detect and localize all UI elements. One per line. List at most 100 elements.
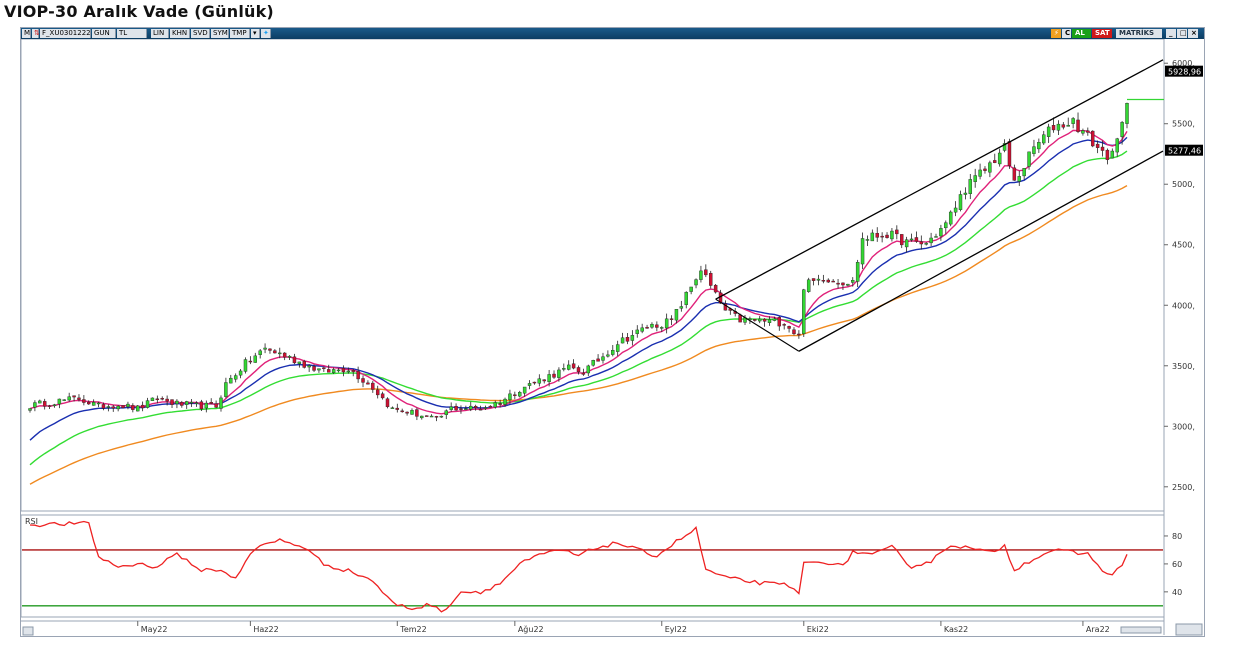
- candle-body: [473, 405, 478, 409]
- candle-body: [934, 236, 938, 238]
- candle-body: [170, 399, 174, 405]
- channel-lower-line: [798, 150, 1164, 352]
- y-tick-label: 3500,: [1172, 362, 1195, 371]
- dropdown-icon[interactable]: ▾: [251, 29, 260, 38]
- sym-button[interactable]: SYM: [211, 29, 229, 38]
- candle-body: [503, 398, 507, 405]
- menu-button[interactable]: M: [22, 29, 31, 38]
- candle-body: [669, 318, 674, 320]
- candle-body: [704, 269, 708, 276]
- x-tick-label: Tem22: [399, 625, 426, 634]
- candle-body: [297, 361, 302, 364]
- candle-body: [811, 278, 816, 281]
- candle-body: [116, 405, 120, 410]
- scroll-left-button[interactable]: [22, 626, 34, 636]
- candle-body: [1056, 123, 1061, 131]
- candle-body: [371, 382, 375, 390]
- candle-body: [180, 402, 184, 406]
- lin-button[interactable]: LIN: [151, 29, 169, 38]
- candle-body: [919, 241, 924, 245]
- candle-body: [72, 395, 76, 398]
- svd-button[interactable]: SVD: [191, 29, 210, 38]
- candle-body: [91, 402, 96, 406]
- candle-body: [47, 405, 52, 407]
- sell-button[interactable]: SAT: [1092, 29, 1112, 38]
- candle-body: [366, 382, 370, 385]
- candle-body: [542, 379, 546, 382]
- candle-body: [1027, 151, 1031, 167]
- candle-body: [865, 239, 870, 241]
- period-button[interactable]: GUN: [92, 29, 116, 38]
- candle-body: [341, 368, 346, 373]
- candle-body: [145, 400, 150, 408]
- y-tick-label: 5500,: [1172, 120, 1195, 129]
- x-tick-label: Kas22: [944, 625, 968, 634]
- candle-body: [978, 169, 982, 177]
- ema-blue-line: [29, 136, 1128, 441]
- candle-body: [67, 396, 71, 401]
- candle-body: [194, 402, 199, 404]
- candle-body: [219, 397, 223, 409]
- candle-body: [841, 282, 845, 286]
- candle-body: [483, 407, 488, 409]
- candle-body: [478, 408, 483, 411]
- x-tick-label: Eki22: [807, 625, 829, 634]
- candle-body: [689, 286, 693, 292]
- currency-button[interactable]: TL: [117, 29, 147, 38]
- candle-body: [1051, 125, 1056, 131]
- candle-body: [527, 383, 532, 386]
- symbol-field[interactable]: F_XU0301222: [40, 29, 91, 38]
- candle-body: [52, 404, 57, 407]
- khn-button[interactable]: KHN: [170, 29, 190, 38]
- y-tick-label: 5000,: [1172, 180, 1195, 189]
- candle-body: [160, 398, 164, 400]
- candle-body: [552, 373, 556, 378]
- lightning-icon[interactable]: ⚡: [1051, 29, 1061, 38]
- compare-icon[interactable]: ⇅: [32, 29, 40, 38]
- candle-body: [1100, 146, 1105, 151]
- tmp-button[interactable]: TMP: [230, 29, 250, 38]
- candle-body: [586, 365, 591, 374]
- candle-body: [415, 409, 419, 417]
- candle-body: [1032, 146, 1036, 154]
- buy-button[interactable]: AL: [1072, 29, 1091, 38]
- candle-body: [204, 402, 209, 409]
- candle-body: [518, 392, 522, 397]
- candle-body: [909, 238, 914, 241]
- candle-body: [336, 369, 341, 372]
- candle-body: [816, 278, 821, 281]
- nav-arrows-button[interactable]: [1175, 623, 1203, 636]
- twitter-icon[interactable]: ✦: [261, 29, 271, 38]
- candle-body: [596, 358, 600, 362]
- candle-body: [924, 243, 928, 245]
- candle-body: [792, 329, 796, 335]
- candle-body: [375, 389, 380, 396]
- maximize-icon[interactable]: □: [1177, 29, 1187, 38]
- candle-body: [694, 279, 698, 286]
- candle-body: [464, 408, 468, 410]
- candle-body: [33, 402, 37, 408]
- minimize-icon[interactable]: _: [1166, 29, 1176, 38]
- candle-body: [606, 354, 610, 357]
- candle-body: [762, 318, 767, 322]
- candle-body: [263, 347, 267, 350]
- candle-body: [772, 318, 777, 321]
- candle-body: [454, 405, 458, 411]
- candle-body: [757, 318, 762, 322]
- candle-body: [351, 370, 355, 372]
- candle-body: [993, 160, 997, 163]
- candle-body: [131, 405, 135, 410]
- candle-body: [317, 368, 321, 371]
- candle-body: [620, 337, 625, 344]
- c-button[interactable]: C: [1062, 29, 1071, 38]
- candle-body: [42, 401, 47, 407]
- candle-body: [1095, 143, 1100, 148]
- candle-body: [488, 405, 493, 408]
- y-tick-label: 4000,: [1172, 301, 1195, 310]
- candle-body: [209, 402, 213, 404]
- candle-body: [1086, 130, 1090, 133]
- candle-body: [238, 370, 243, 376]
- scrollbar-thumb[interactable]: [1120, 626, 1162, 634]
- candle-body: [258, 350, 262, 355]
- close-icon[interactable]: ×: [1188, 29, 1198, 38]
